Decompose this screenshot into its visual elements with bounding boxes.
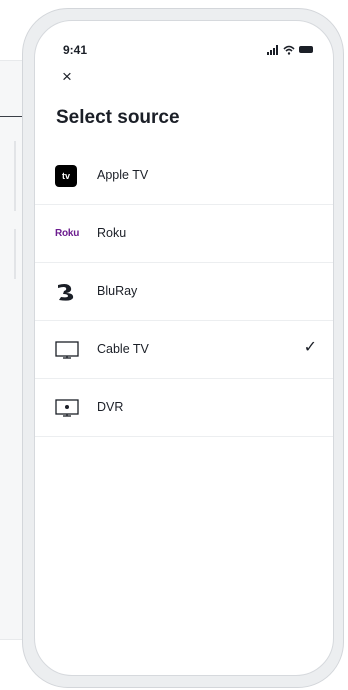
background-divider xyxy=(14,229,16,279)
tv-monitor-icon xyxy=(55,341,79,359)
roku-logo-text: Roku xyxy=(55,228,80,239)
source-list: tv Apple TV Roku Roku BluRay Cable TV ✓ xyxy=(35,147,333,437)
battery-icon xyxy=(299,46,313,53)
phone-screen: 9:41 × Select source tv Apple TV Roku Ro… xyxy=(34,20,334,676)
source-item-cable-tv[interactable]: Cable TV ✓ xyxy=(35,321,333,379)
signal-icon xyxy=(267,45,279,55)
source-item-dvr[interactable]: DVR xyxy=(35,379,333,437)
source-item-apple-tv[interactable]: tv Apple TV xyxy=(35,147,333,205)
source-label: DVR xyxy=(97,400,124,414)
dvr-icon xyxy=(55,399,79,417)
apple-tv-icon-text: tv xyxy=(61,171,70,181)
status-time: 9:41 xyxy=(63,43,88,57)
source-label: Roku xyxy=(97,226,127,240)
source-label: Cable TV xyxy=(97,342,149,356)
page-title: Select source xyxy=(56,107,180,128)
background-divider xyxy=(14,141,16,211)
roku-logo-icon: Roku xyxy=(55,223,79,245)
apple-tv-icon: tv xyxy=(55,165,79,187)
source-label: Apple TV xyxy=(97,168,149,182)
wifi-icon xyxy=(283,45,295,55)
source-label: BluRay xyxy=(97,284,138,298)
close-button[interactable]: × xyxy=(57,67,77,87)
source-item-roku[interactable]: Roku Roku xyxy=(35,205,333,263)
bluray-logo-icon xyxy=(58,284,74,301)
source-item-bluray[interactable]: BluRay xyxy=(35,263,333,321)
selected-check-icon: ✓ xyxy=(303,339,317,356)
